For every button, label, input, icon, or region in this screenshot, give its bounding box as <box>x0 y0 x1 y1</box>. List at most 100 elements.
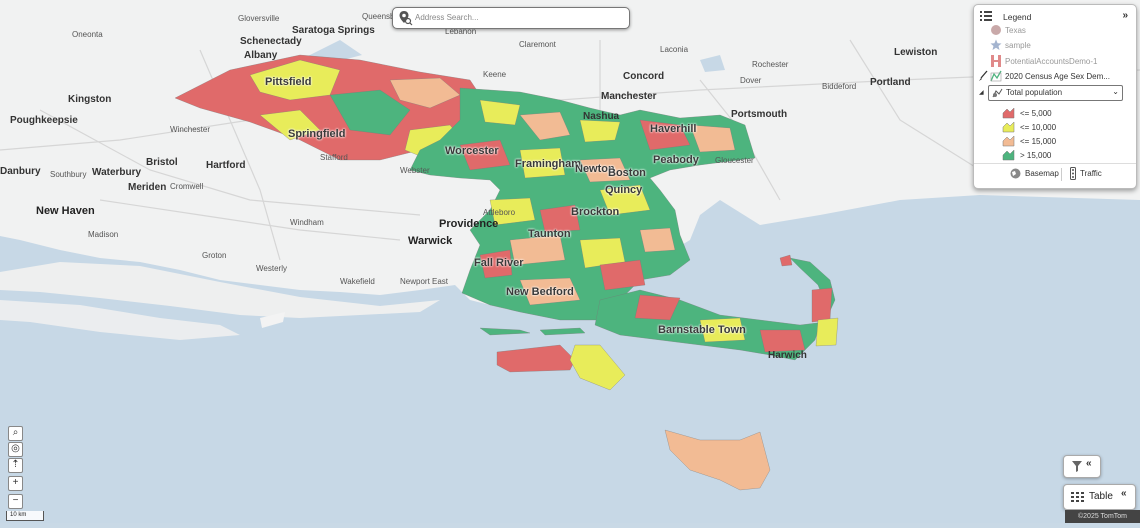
legend-break: <= 15,000 <box>1002 135 1112 147</box>
locate-button[interactable]: ◎ <box>8 442 23 457</box>
location-pin-icon <box>399 11 413 26</box>
place-label: Bristol <box>146 157 178 168</box>
place-label: Stafford <box>320 153 348 162</box>
place-label: Fall River <box>474 257 524 269</box>
place-label: Keene <box>483 70 507 79</box>
place-label: Madison <box>88 230 119 239</box>
legend-layer-potential-accounts[interactable]: PotentialAccountsDemo-1 <box>978 55 1132 69</box>
legend-title: Legend <box>1003 12 1032 22</box>
place-label: Portsmouth <box>731 109 788 120</box>
place-label: Worcester <box>445 145 499 157</box>
thematic-layer-icon <box>990 70 1002 82</box>
star-layer-icon <box>990 39 1002 50</box>
break-label: <= 10,000 <box>1020 123 1057 132</box>
place-label: Nashua <box>583 111 620 122</box>
zoom-in-button[interactable]: + <box>8 476 23 491</box>
circle-layer-icon <box>991 25 1001 35</box>
place-label: Brockton <box>571 206 620 218</box>
thematic-field-select[interactable]: Total population ⌄ <box>988 85 1123 101</box>
divider <box>974 163 1136 164</box>
list-icon <box>980 11 992 21</box>
place-label: Harwich <box>768 350 807 361</box>
break-label: <= 15,000 <box>1020 137 1057 146</box>
address-search[interactable] <box>392 7 630 29</box>
place-label: Danbury <box>0 166 41 177</box>
place-label: Springfield <box>288 128 346 140</box>
place-label: Providence <box>439 218 499 230</box>
basemap-label: Basemap <box>1025 169 1059 178</box>
h-marker-icon <box>991 55 1001 67</box>
legend-break: > 15,000 <box>1002 149 1112 161</box>
legend-panel: Legend » Texas sample PotentialAccountsD… <box>973 4 1137 189</box>
place-label: Biddeford <box>822 82 857 91</box>
funnel-icon <box>1072 461 1082 472</box>
place-label: Newport East <box>400 277 449 286</box>
place-label: New Bedford <box>506 286 574 298</box>
copyright: ©2025 TomTom <box>1065 510 1140 523</box>
traffic-light-icon <box>1070 167 1076 180</box>
place-label: Gloucester <box>715 156 754 165</box>
expand-icon: « <box>1121 488 1127 499</box>
collapse-legend-icon[interactable]: » <box>1122 10 1128 21</box>
place-label: Laconia <box>660 45 689 54</box>
legend-layer-texas[interactable]: Texas <box>978 24 1132 38</box>
chevron-down-icon: ⌄ <box>1112 87 1119 96</box>
place-label: Kingston <box>68 94 112 105</box>
paintbrush-icon <box>979 70 988 81</box>
place-label: Albany <box>244 50 278 61</box>
place-label: Barnstable Town <box>658 324 746 336</box>
table-label: Table <box>1089 491 1113 502</box>
place-label: Webster <box>400 166 430 175</box>
table-button[interactable]: Table « <box>1063 484 1136 510</box>
place-label: Windham <box>290 218 324 227</box>
place-label: Concord <box>623 71 665 82</box>
target-icon: ◎ <box>11 443 20 454</box>
place-label: New Haven <box>36 205 95 217</box>
layer-label: PotentialAccountsDemo-1 <box>1005 57 1098 66</box>
minus-icon: − <box>12 495 19 506</box>
place-label: Lewiston <box>894 47 938 58</box>
expand-triangle-icon[interactable]: ◢ <box>979 89 984 96</box>
place-label: Taunton <box>528 228 571 240</box>
scale-bar: 10 km <box>6 511 44 521</box>
traffic-label: Traffic <box>1080 169 1102 178</box>
compass-button[interactable]: ⇡ <box>8 458 23 473</box>
map-canvas[interactable] <box>0 0 1140 523</box>
search-input[interactable] <box>415 10 621 24</box>
place-label: Rochester <box>752 60 789 69</box>
place-label: Haverhill <box>650 123 697 135</box>
place-label: Schenectady <box>240 36 302 47</box>
place-label: Warwick <box>408 235 453 247</box>
place-label: Framingham <box>515 158 582 170</box>
place-label: Winchester <box>170 125 211 134</box>
zoom-out-button[interactable]: − <box>8 494 23 509</box>
compass-icon: ⇡ <box>11 459 20 470</box>
place-label: Claremont <box>519 40 556 49</box>
legend-break: <= 10,000 <box>1002 121 1112 133</box>
place-label: Boston <box>608 167 646 179</box>
place-label: Wakefield <box>340 277 375 286</box>
place-label: Waterbury <box>92 167 142 178</box>
place-label: Pittsfield <box>265 76 312 88</box>
layer-label: sample <box>1005 41 1031 50</box>
selected-field: Total population <box>1006 88 1063 97</box>
break-label: > 15,000 <box>1020 151 1052 160</box>
place-label: Gloversville <box>238 14 280 23</box>
place-label: Dover <box>740 76 762 85</box>
map-svg <box>0 0 1140 523</box>
place-label: Hartford <box>206 160 246 171</box>
place-label: Westerly <box>256 264 287 273</box>
layer-label: Texas <box>1005 26 1026 35</box>
place-label: Groton <box>202 251 227 260</box>
expand-icon: « <box>1086 458 1092 469</box>
place-label: Southbury <box>50 170 87 179</box>
filter-button[interactable]: « <box>1063 455 1101 478</box>
legend-layer-sample[interactable]: sample <box>978 39 1132 53</box>
legend-layer-census[interactable]: 2020 Census Age Sex Dem... <box>978 70 1132 84</box>
place-label: Meriden <box>128 182 167 193</box>
zoom-region-button[interactable]: ⌕ <box>8 426 23 441</box>
magnifier-icon: ⌕ <box>12 427 19 438</box>
place-label: Peabody <box>653 154 699 166</box>
chart-icon <box>992 88 1003 98</box>
divider <box>1061 168 1062 181</box>
